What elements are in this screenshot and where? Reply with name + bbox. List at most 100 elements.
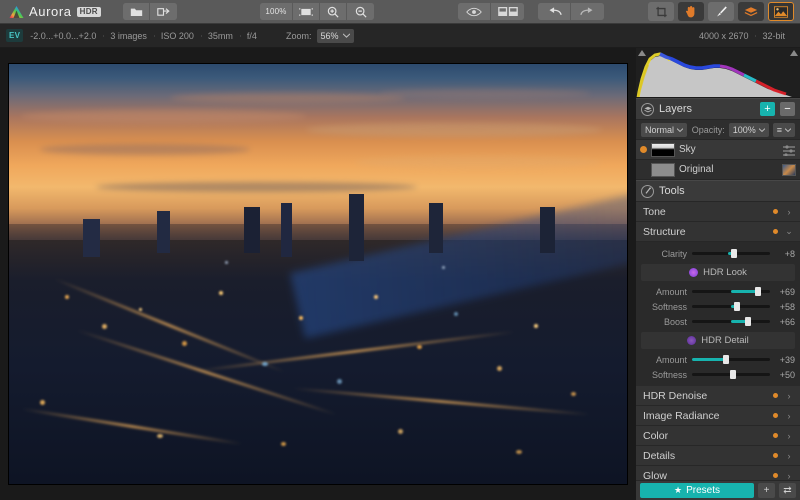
slider-hdr-look-boost[interactable]: Boost +66 xyxy=(636,314,800,329)
section-active-dot xyxy=(773,433,778,438)
layer-item-sky[interactable]: Sky xyxy=(636,140,800,160)
slider-knob[interactable] xyxy=(755,287,761,296)
zoom-select[interactable]: 56% xyxy=(317,29,354,43)
layers-panel-header: Layers + − xyxy=(636,98,800,120)
tools-list[interactable]: Tone › Structure ⌄ Clarity xyxy=(636,202,800,480)
blend-mode-select[interactable]: Normal xyxy=(641,123,687,137)
opacity-value: 100% xyxy=(733,125,756,135)
section-hdr-denoise[interactable]: HDR Denoise › xyxy=(636,386,800,406)
chevron-right-icon: › xyxy=(785,451,793,461)
layer-name: Sky xyxy=(679,144,778,155)
image-info: 4000 x 2670 32-bit xyxy=(692,31,792,41)
section-image-radiance[interactable]: Image Radiance › xyxy=(636,406,800,426)
slider-track[interactable] xyxy=(692,320,770,323)
brush-tool-button[interactable] xyxy=(708,2,734,21)
chevron-right-icon: › xyxy=(785,431,793,441)
compare-preset-button[interactable]: ⇄ xyxy=(779,483,796,498)
compare-view-button[interactable] xyxy=(491,3,524,20)
add-layer-button[interactable]: + xyxy=(760,102,775,116)
fit-to-screen-button[interactable] xyxy=(293,3,320,20)
section-active-dot xyxy=(773,209,778,214)
slider-label: Softness xyxy=(641,370,687,380)
canvas-area[interactable] xyxy=(0,48,636,500)
slider-knob[interactable] xyxy=(730,370,736,379)
right-panel: Layers + − Normal Opacity: 100% xyxy=(636,48,800,500)
histogram-highlight-marker[interactable] xyxy=(790,50,798,56)
slider-knob[interactable] xyxy=(731,249,737,258)
layers-icon xyxy=(744,6,758,18)
histogram[interactable] xyxy=(636,48,800,98)
slider-track[interactable] xyxy=(692,252,770,255)
layer-visibility-toggle[interactable] xyxy=(640,166,647,173)
slider-hdr-detail-softness[interactable]: Softness +50 xyxy=(636,367,800,382)
undo-arrow-icon xyxy=(547,6,562,17)
export-button[interactable] xyxy=(150,3,177,20)
layer-adjustments-icon[interactable] xyxy=(782,144,796,156)
subsection-hdr-detail[interactable]: HDR Detail xyxy=(641,332,795,349)
zoom-100-button[interactable]: 100% xyxy=(260,3,293,20)
layer-menu-button[interactable]: ≡ xyxy=(773,123,795,137)
slider-value: +50 xyxy=(775,370,795,380)
section-active-dot xyxy=(773,229,778,234)
section-active-dot xyxy=(773,453,778,458)
slider-hdr-look-amount[interactable]: Amount +69 xyxy=(636,284,800,299)
preview-toggle-button[interactable] xyxy=(458,3,491,20)
crop-tool-button[interactable] xyxy=(648,2,674,21)
slider-track[interactable] xyxy=(692,290,770,293)
photo-preview[interactable] xyxy=(9,64,627,484)
image-tool-button[interactable] xyxy=(768,2,794,21)
slider-hdr-look-softness[interactable]: Softness +58 xyxy=(636,299,800,314)
section-color[interactable]: Color › xyxy=(636,426,800,446)
chevron-down-icon xyxy=(785,128,791,132)
remove-layer-button[interactable]: − xyxy=(780,102,795,116)
slider-clarity[interactable]: Clarity +8 xyxy=(636,246,800,261)
section-details[interactable]: Details › xyxy=(636,446,800,466)
layer-photo-thumbnail[interactable] xyxy=(782,164,796,176)
layer-thumbnail[interactable] xyxy=(651,163,675,177)
opacity-select[interactable]: 100% xyxy=(729,123,769,137)
star-icon: ★ xyxy=(674,485,682,496)
layer-mask-thumbnail[interactable] xyxy=(651,143,675,157)
tools-panel-header: Tools xyxy=(636,180,800,202)
zoom-out-button[interactable] xyxy=(347,3,374,20)
histogram-shadow-marker[interactable] xyxy=(638,50,646,56)
presets-button[interactable]: ★ Presets xyxy=(640,483,754,498)
section-glow[interactable]: Glow › xyxy=(636,466,800,480)
open-icon xyxy=(130,6,143,17)
undo-button[interactable] xyxy=(538,3,571,20)
file-button-group xyxy=(123,3,177,20)
redo-button[interactable] xyxy=(571,3,604,20)
add-preset-button[interactable]: + xyxy=(758,483,775,498)
layers-tool-button[interactable] xyxy=(738,2,764,21)
zoom-in-button[interactable] xyxy=(320,3,347,20)
section-label: HDR Denoise xyxy=(643,390,773,402)
slider-knob[interactable] xyxy=(734,302,740,311)
chevron-down-icon xyxy=(343,33,350,38)
slider-track[interactable] xyxy=(692,305,770,308)
subsection-hdr-look[interactable]: HDR Look xyxy=(641,264,795,281)
tool-button-group xyxy=(648,2,794,21)
slider-hdr-detail-amount[interactable]: Amount +39 xyxy=(636,352,800,367)
slider-value: +66 xyxy=(775,317,795,327)
zoom-in-icon xyxy=(327,6,339,18)
layer-visibility-toggle[interactable] xyxy=(640,146,647,153)
zoom-button-group: 100% xyxy=(260,3,374,20)
slider-track[interactable] xyxy=(692,358,770,361)
chevron-right-icon: › xyxy=(785,391,793,401)
section-tone[interactable]: Tone › xyxy=(636,202,800,222)
histogram-graph xyxy=(636,48,800,98)
hand-tool-button[interactable] xyxy=(678,2,704,21)
slider-knob[interactable] xyxy=(723,355,729,364)
layer-item-original[interactable]: Original xyxy=(636,160,800,180)
aurora-hdr-window: Aurora HDR 100% xyxy=(0,0,800,500)
panel-footer: ★ Presets + ⇄ xyxy=(636,480,800,500)
zoom-label: Zoom: xyxy=(286,31,312,41)
slider-knob[interactable] xyxy=(745,317,751,326)
stack-icon xyxy=(644,106,652,113)
image-dimensions: 4000 x 2670 xyxy=(692,31,756,41)
split-view-icon xyxy=(498,7,518,16)
slider-track[interactable] xyxy=(692,373,770,376)
section-structure[interactable]: Structure ⌄ xyxy=(636,222,800,242)
app-logo: Aurora HDR xyxy=(0,4,112,19)
open-button[interactable] xyxy=(123,3,150,20)
